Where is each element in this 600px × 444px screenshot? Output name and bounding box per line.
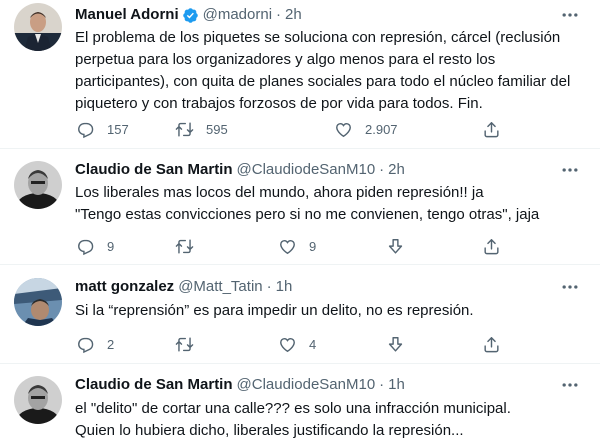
verified-badge-icon	[182, 7, 198, 23]
tweet-text: Los liberales mas locos del mundo, ahora…	[75, 184, 540, 223]
retweet-count: 595	[206, 121, 228, 137]
heart-icon	[336, 122, 351, 137]
tweet-text: el "delito" de cortar una calle??? es so…	[75, 400, 511, 439]
retweet-icon	[175, 336, 194, 352]
author-handle[interactable]: @ClaudiodeSanM10	[237, 375, 376, 395]
reply-icon	[78, 337, 94, 353]
like-button[interactable]: 9	[278, 237, 316, 256]
tweet-text: El problema de los piquetes se soluciona…	[75, 29, 571, 112]
avatar[interactable]	[14, 3, 62, 51]
share-icon	[484, 238, 499, 254]
like-count: 4	[309, 336, 317, 352]
heart-icon	[280, 337, 295, 352]
avatar[interactable]	[14, 161, 62, 209]
separator-dot: ·	[276, 6, 282, 23]
share-button[interactable]	[482, 120, 501, 139]
reply-count: 157	[107, 121, 129, 137]
like-count: 9	[309, 238, 317, 254]
author-name[interactable]: matt gonzalez	[75, 277, 174, 297]
tweet-text: Si la “reprensión” es para impedir un de…	[75, 302, 474, 319]
retweet-button[interactable]: 595	[175, 120, 228, 139]
avatar[interactable]	[14, 376, 62, 424]
more-options-icon[interactable]	[560, 160, 580, 180]
share-button[interactable]	[482, 335, 501, 354]
timestamp[interactable]: 1h	[276, 277, 293, 297]
timestamp[interactable]: 2h	[388, 160, 405, 180]
like-button[interactable]: 4	[278, 335, 316, 354]
separator-dot: ·	[379, 376, 385, 393]
reply-button[interactable]: 157	[76, 120, 129, 139]
reply-count: 2	[107, 336, 115, 352]
tweet-4[interactable]: Claudio de San Martin @ClaudiodeSanM10 ·…	[0, 364, 600, 444]
more-options-icon[interactable]	[560, 375, 580, 395]
downvote-button[interactable]	[386, 237, 405, 256]
author-name[interactable]: Manuel Adorni	[75, 5, 179, 25]
author-handle[interactable]: @ClaudiodeSanM10	[237, 160, 376, 180]
retweet-icon	[175, 238, 194, 254]
like-count: 2.907	[365, 121, 398, 137]
heart-icon	[280, 239, 295, 254]
reply-button[interactable]: 2	[76, 335, 114, 354]
retweet-button[interactable]	[175, 335, 206, 354]
arrow-down-icon	[388, 336, 403, 352]
reply-icon	[78, 239, 94, 255]
share-icon	[484, 121, 499, 137]
share-button[interactable]	[482, 237, 501, 256]
reply-button[interactable]: 9	[76, 237, 114, 256]
author-name[interactable]: Claudio de San Martin	[75, 375, 233, 395]
tweet-3[interactable]: matt gonzalez @Matt_Tatin · 1h Si la “re…	[0, 265, 600, 363]
retweet-button[interactable]	[175, 237, 206, 256]
timestamp[interactable]: 1h	[388, 375, 405, 395]
separator-dot: ·	[379, 161, 385, 178]
share-icon	[484, 336, 499, 352]
author-handle[interactable]: @madorni	[203, 5, 272, 25]
author-name[interactable]: Claudio de San Martin	[75, 160, 233, 180]
author-handle[interactable]: @Matt_Tatin	[178, 277, 262, 297]
downvote-button[interactable]	[386, 335, 405, 354]
retweet-icon	[175, 121, 194, 137]
reply-icon	[78, 122, 94, 138]
more-options-icon[interactable]	[560, 5, 580, 25]
like-button[interactable]: 2.907	[334, 120, 398, 139]
reply-count: 9	[107, 238, 115, 254]
avatar[interactable]	[14, 278, 62, 326]
separator-dot: ·	[266, 278, 272, 295]
arrow-down-icon	[388, 238, 403, 254]
tweet-1[interactable]: Manuel Adorni @madorni · 2h El problema …	[0, 0, 600, 148]
tweet-2[interactable]: Claudio de San Martin @ClaudiodeSanM10 ·…	[0, 149, 600, 264]
more-options-icon[interactable]	[560, 277, 580, 297]
timestamp[interactable]: 2h	[285, 5, 302, 25]
